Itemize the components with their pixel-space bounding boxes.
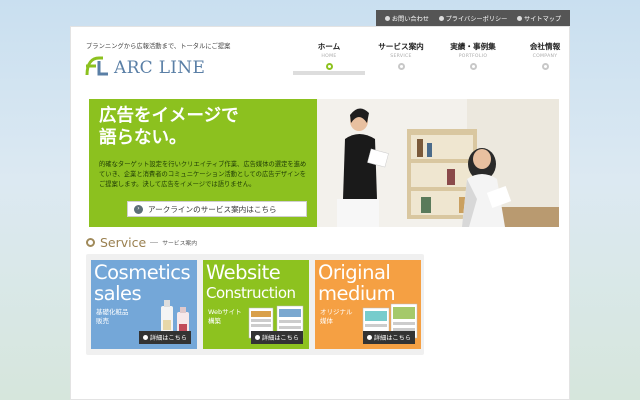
details-button[interactable]: 詳細はこちら: [250, 331, 303, 344]
card-subtitle: オリジナル 媒体: [320, 308, 353, 325]
service-card-original-medium[interactable]: Original medium オリジナル 媒体 詳細はこちら: [315, 260, 421, 349]
nav-portfolio[interactable]: 実績・事例集 PORTFOLIO: [437, 39, 509, 75]
privacy-policy-link[interactable]: プライバシーポリシー: [438, 14, 507, 23]
nav-label: ホーム: [317, 42, 341, 51]
contact-link[interactable]: お問い合わせ: [384, 14, 429, 23]
nav-dot-icon: [325, 63, 333, 70]
hero-office-photo: [317, 99, 559, 227]
bullet-icon: [438, 15, 444, 21]
tagline: プランニングから広報活動まで、トータルにご提案: [86, 43, 231, 50]
arrow-right-icon: [254, 335, 260, 340]
mail-icon: [384, 15, 390, 21]
logo-text: ARC LINE: [114, 58, 206, 78]
section-subtitle: サービス案内: [162, 241, 197, 247]
card-title: Website Construction: [206, 262, 296, 304]
button-label: 詳細はこちら: [261, 335, 299, 342]
hero-title-line: 語らない。: [99, 128, 187, 148]
divider: [150, 242, 159, 243]
nav-label: 実績・事例集: [450, 42, 496, 51]
card-subtitle-line: 基礎化粧品: [96, 308, 129, 316]
hero-title: 広告をイメージで 語らない。: [99, 105, 239, 149]
nav-dot-icon: [469, 63, 477, 70]
nav-company[interactable]: 会社情報 COMPANY: [509, 39, 581, 75]
card-title-line: Original: [318, 261, 391, 284]
nav-sublabel: PORTFOLIO: [458, 54, 488, 59]
nav-dot-icon: [541, 63, 549, 70]
button-label: 詳細はこちら: [149, 335, 187, 342]
button-label: 詳細はこちら: [373, 335, 411, 342]
details-button[interactable]: 詳細はこちら: [362, 331, 415, 344]
hero-text-panel: 広告をイメージで 語らない。 的確なターゲット設定を行いクリエイティブ作業、広告…: [89, 99, 317, 227]
nav-sublabel: SERVICE: [390, 54, 412, 59]
service-guide-button[interactable]: › アークラインのサービス案内はこちら: [127, 201, 307, 217]
nav-label: 会社情報: [529, 42, 561, 51]
hero-banner: 広告をイメージで 語らない。 的確なターゲット設定を行いクリエイティブ作業、広告…: [89, 99, 559, 227]
nav-dot-icon: [397, 63, 405, 70]
service-section-heading: Service サービス案内: [86, 235, 197, 250]
nav-sublabel: HOME: [321, 54, 337, 59]
arrow-right-icon: [142, 335, 148, 340]
card-subtitle-line: 販売: [96, 316, 109, 325]
card-title-line: Cosmetics: [94, 261, 191, 284]
card-subtitle: Webサイト 構築: [208, 308, 242, 325]
service-card-website[interactable]: Website Construction Webサイト 構築 詳細はこちら: [203, 260, 309, 349]
card-subtitle: 基礎化粧品 販売: [96, 308, 129, 325]
card-subtitle-line: 構築: [208, 316, 221, 325]
nav-service[interactable]: サービス案内 SERVICE: [365, 39, 437, 75]
card-title-line: medium: [318, 282, 396, 305]
card-title-line: Website: [206, 261, 281, 284]
bullet-icon: [517, 15, 523, 21]
service-card-cosmetics[interactable]: Cosmetics sales 基礎化粧品 販売 詳細はこちら: [91, 260, 197, 349]
card-title-line: Construction: [206, 284, 296, 302]
nav-label: サービス案内: [378, 42, 424, 51]
arrow-right-icon: [366, 335, 372, 340]
circle-bullet-icon: [86, 238, 95, 247]
page-container: プランニングから広報活動まで、トータルにご提案 ARC LINE ホーム HOM…: [70, 26, 570, 400]
button-label: アークラインのサービス案内はこちら: [148, 204, 277, 214]
hero-description: 的確なターゲット設定を行いクリエイティブ作業、広告媒体の選定を進めていき、企業と…: [99, 161, 307, 188]
card-subtitle-line: 媒体: [320, 316, 333, 325]
arrow-right-icon: ›: [134, 204, 143, 214]
main-nav: ホーム HOME サービス案内 SERVICE 実績・事例集 PORTFOLIO…: [293, 39, 581, 75]
nav-home[interactable]: ホーム HOME: [293, 39, 365, 75]
utility-links-bar: お問い合わせ プライバシーポリシー サイトマップ: [376, 10, 570, 26]
arc-line-logo-mark-icon: [85, 56, 108, 76]
card-subtitle-line: Webサイト: [208, 308, 242, 316]
card-title: Original medium: [318, 261, 396, 305]
details-button[interactable]: 詳細はこちら: [138, 331, 191, 344]
hero-title-line: 広告をイメージで: [99, 106, 239, 126]
nav-sublabel: COMPANY: [532, 54, 558, 59]
sitemap-link[interactable]: サイトマップ: [517, 14, 561, 23]
section-title: Service: [100, 235, 147, 250]
card-subtitle-line: オリジナル: [320, 308, 353, 316]
site-logo[interactable]: ARC LINE: [84, 55, 205, 77]
